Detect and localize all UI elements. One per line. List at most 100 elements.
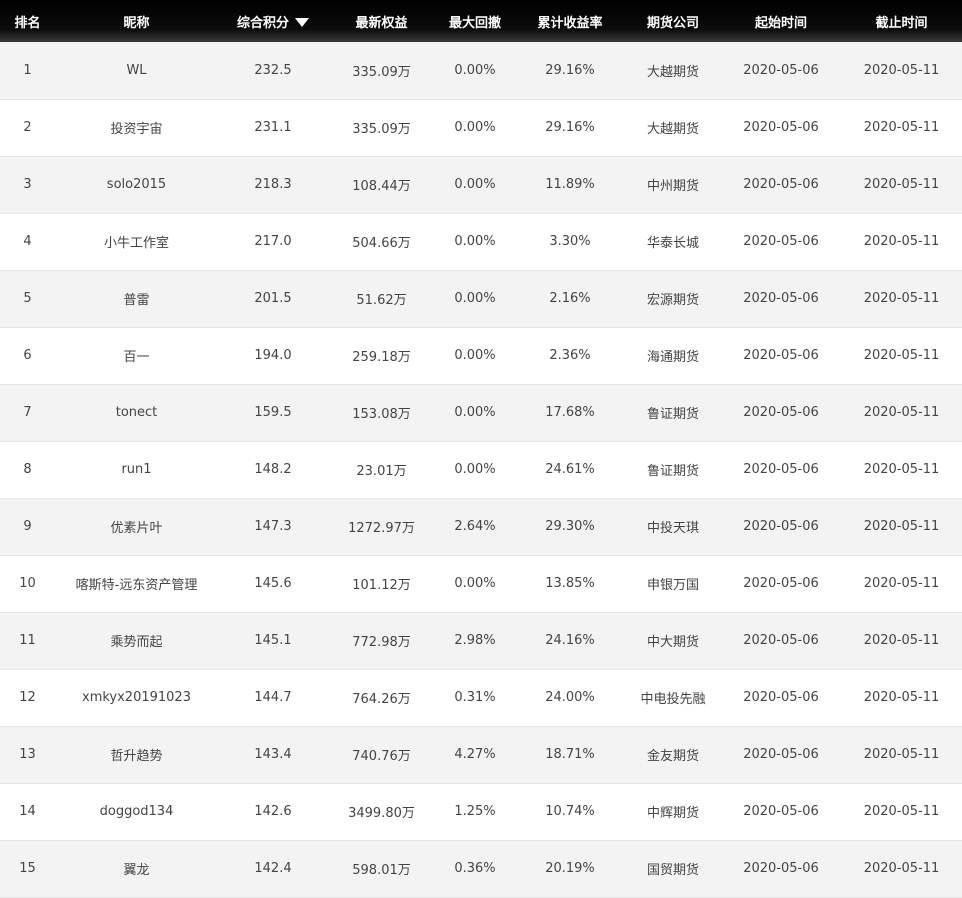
return-cell: 29.16% <box>545 120 595 135</box>
nickname-cell[interactable]: solo2015 <box>55 156 218 213</box>
nickname-cell[interactable]: run1 <box>55 441 218 498</box>
table-row: 1 WL 232.5 335.09万 0.00% 29.16% 大越期货 2020-05-06… <box>0 42 962 99</box>
equity-cell: 3499.80万 <box>348 806 415 821</box>
company-cell: 大越期货 <box>646 122 699 137</box>
rank-cell: 6 <box>23 348 32 363</box>
drawdown-cell: 4.27% <box>454 747 496 762</box>
start-date-cell: 2020-05-06 <box>743 120 819 135</box>
table-row: 11 乘势而起 145.1 772.98万 2.98% 24.16% 中大期货 2020-05… <box>0 612 962 669</box>
end-date-cell: 2020-05-11 <box>863 462 940 477</box>
start-date-cell: 2020-05-06 <box>743 177 819 192</box>
return-cell: 24.61% <box>545 462 595 477</box>
rank-cell: 10 <box>19 576 36 591</box>
nickname-cell[interactable]: 投资宇宙 <box>55 99 218 156</box>
score-cell: 145.1 <box>254 633 292 648</box>
end-date-cell: 2020-05-11 <box>863 291 940 306</box>
table-row: 13 哲升趋势 143.4 740.76万 4.27% 18.71% 金友期货 2020-05… <box>0 726 962 783</box>
equity-cell: 764.26万 <box>352 692 411 707</box>
rank-cell: 7 <box>23 405 32 420</box>
drawdown-cell: 0.00% <box>454 405 496 420</box>
nickname-cell[interactable]: tonect <box>55 384 218 441</box>
header-score-sort[interactable]: 综合积分 <box>218 0 328 42</box>
equity-cell: 51.62万 <box>356 293 407 308</box>
end-date-cell: 2020-05-11 <box>863 177 940 192</box>
nickname-cell[interactable]: 百一 <box>55 327 218 384</box>
return-cell: 11.89% <box>545 177 595 192</box>
company-cell: 金友期货 <box>646 749 699 764</box>
rank-cell: 3 <box>23 177 32 192</box>
drawdown-cell: 0.00% <box>454 576 496 591</box>
return-cell: 13.85% <box>545 576 595 591</box>
score-cell: 147.3 <box>254 519 292 534</box>
drawdown-cell: 1.25% <box>454 804 496 819</box>
drawdown-cell: 0.00% <box>454 62 496 78</box>
start-date-cell: 2020-05-06 <box>743 690 819 705</box>
drawdown-cell: 0.00% <box>454 177 496 192</box>
end-date-cell: 2020-05-11 <box>863 348 940 363</box>
table-row: 15 翼龙 142.4 598.01万 0.36% 20.19% 国贸期货 2020-05-0… <box>0 840 962 897</box>
company-cell: 中投天琪 <box>646 521 699 536</box>
end-date-cell: 2020-05-11 <box>863 633 940 648</box>
end-date-cell: 2020-05-11 <box>863 62 940 78</box>
start-date-cell: 2020-05-06 <box>743 234 819 249</box>
table-row: 3 solo2015 218.3 108.44万 0.00% 11.89% 中州期货 2020… <box>0 156 962 213</box>
nickname-cell[interactable]: doggod134 <box>55 783 218 840</box>
header-score-label: 综合积分 <box>236 15 289 31</box>
return-cell: 2.36% <box>549 348 591 363</box>
company-cell: 中辉期货 <box>646 806 699 821</box>
start-date-cell: 2020-05-06 <box>743 62 819 78</box>
score-cell: 218.3 <box>254 177 292 192</box>
equity-cell: 108.44万 <box>352 179 411 194</box>
nickname-cell[interactable]: 优素片叶 <box>55 498 218 555</box>
table-row: 12 xmkyx20191023 144.7 764.26万 0.31% 24.00% 中电… <box>0 669 962 726</box>
nickname-cell[interactable]: 喀斯特-远东资产管理 <box>55 555 218 612</box>
start-date-cell: 2020-05-06 <box>743 804 819 819</box>
rank-cell: 9 <box>23 519 32 534</box>
equity-cell: 335.09万 <box>352 64 411 80</box>
return-cell: 24.00% <box>545 690 595 705</box>
company-cell: 中大期货 <box>646 635 699 650</box>
equity-cell: 772.98万 <box>352 635 411 650</box>
equity-cell: 153.08万 <box>352 407 411 422</box>
equity-cell: 598.01万 <box>352 863 411 878</box>
return-cell: 18.71% <box>545 747 595 762</box>
return-cell: 20.19% <box>545 861 595 876</box>
score-cell: 145.6 <box>254 576 292 591</box>
equity-cell: 259.18万 <box>352 350 411 365</box>
score-cell: 144.7 <box>254 690 292 705</box>
company-cell: 中电投先融 <box>640 692 706 707</box>
nickname-cell[interactable]: 哲升趋势 <box>55 726 218 783</box>
header-start-date: 起始时间 <box>754 15 807 31</box>
nickname-cell[interactable]: WL <box>55 42 218 99</box>
return-cell: 29.30% <box>545 519 595 534</box>
end-date-cell: 2020-05-11 <box>863 747 940 762</box>
score-cell: 201.5 <box>254 291 292 306</box>
company-cell: 海通期货 <box>646 350 699 365</box>
company-cell: 鲁证期货 <box>646 464 699 479</box>
company-cell: 申银万国 <box>646 578 699 593</box>
nickname-cell[interactable]: 翼龙 <box>55 840 218 897</box>
drawdown-cell: 0.00% <box>454 291 496 306</box>
start-date-cell: 2020-05-06 <box>743 405 819 420</box>
end-date-cell: 2020-05-11 <box>863 576 940 591</box>
drawdown-cell: 0.00% <box>454 120 496 135</box>
drawdown-cell: 0.00% <box>454 462 496 477</box>
score-cell: 217.0 <box>254 234 292 249</box>
start-date-cell: 2020-05-06 <box>743 861 819 876</box>
nickname-cell[interactable]: xmkyx20191023 <box>55 669 218 726</box>
table-row: 6 百一 194.0 259.18万 0.00% 2.36% 海通期货 2020-05-06 2… <box>0 327 962 384</box>
header-latest-equity: 最新权益 <box>355 15 408 31</box>
equity-cell: 504.66万 <box>352 236 411 251</box>
table-header-row: 排名 昵称 综合积分 最新权益 最大回撤 累计收益率 期货公司 起始时间 截止时… <box>0 0 962 42</box>
nickname-cell[interactable]: 小牛工作室 <box>55 213 218 270</box>
sort-down-icon[interactable] <box>295 17 309 27</box>
score-cell: 142.6 <box>254 804 292 819</box>
header-nickname: 昵称 <box>123 15 150 31</box>
nickname-cell[interactable]: 普雷 <box>55 270 218 327</box>
table-row: 5 普雷 201.5 51.62万 0.00% 2.16% 宏源期货 2020-05-06 20… <box>0 270 962 327</box>
nickname-cell[interactable]: 乘势而起 <box>55 612 218 669</box>
start-date-cell: 2020-05-06 <box>743 348 819 363</box>
equity-cell: 101.12万 <box>352 578 411 593</box>
table-body: 1 WL 232.5 335.09万 0.00% 29.16% 大越期货 2020-05-06… <box>0 42 962 897</box>
rank-cell: 1 <box>23 62 32 78</box>
